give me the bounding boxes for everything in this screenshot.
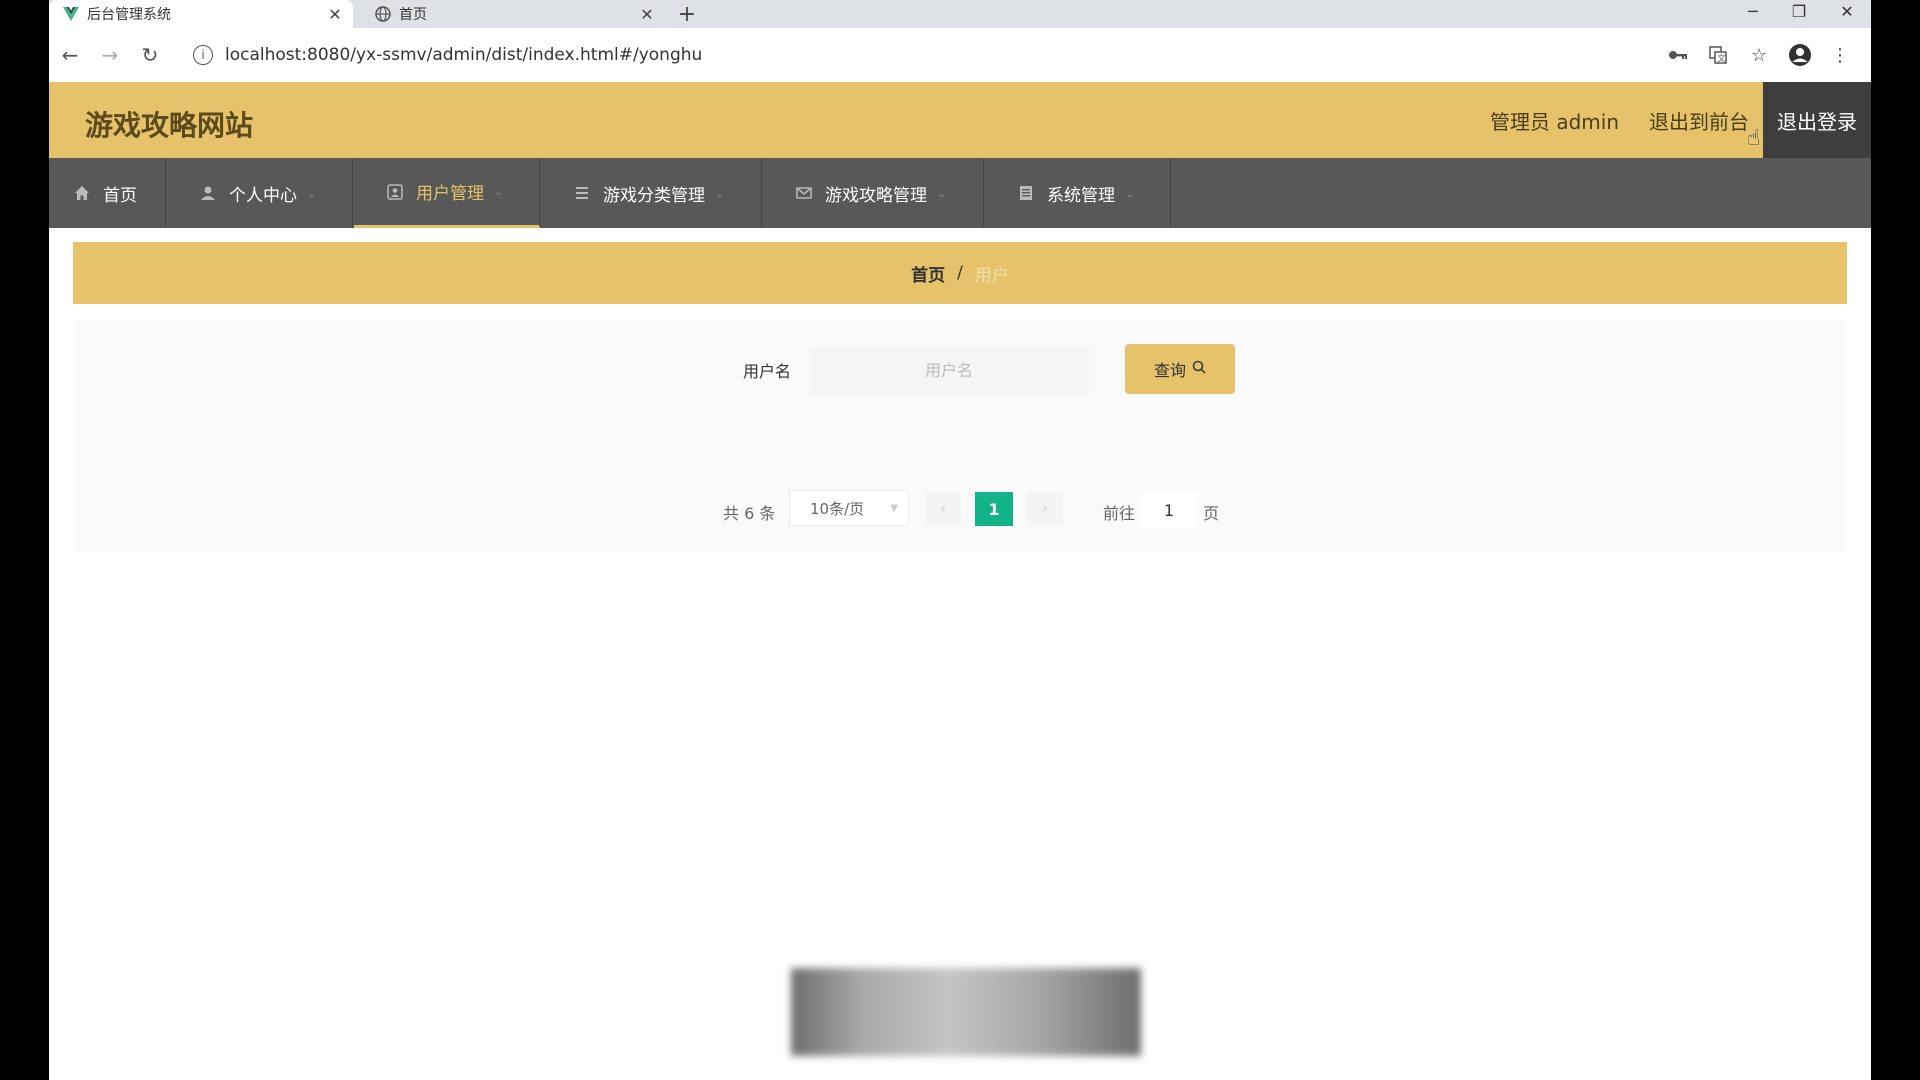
prev-page-button[interactable]: ‹	[925, 492, 961, 526]
top-nav-menu: 首页 个人中心 ⌄ 用户管理 ⌄ 游戏分类管理 ⌄ 游戏攻略管理 ⌄ 系统管理 …	[49, 158, 1871, 228]
main-content: 用户名 查询 共 6 条 10条/页 ▼ ‹ 1 › 前往 页	[73, 320, 1847, 552]
nav-item-label: 系统管理	[1047, 185, 1115, 206]
globe-icon	[375, 6, 391, 22]
header-actions: 管理员 admin 退出到前台 退出登录	[1490, 82, 1871, 158]
svg-text:文: 文	[1718, 53, 1726, 63]
chevron-down-icon: ⌄	[307, 186, 317, 200]
url-field[interactable]: i localhost:8080/yx-ssmv/admin/dist/inde…	[177, 38, 1677, 72]
url-text: localhost:8080/yx-ssmv/admin/dist/index.…	[225, 45, 703, 65]
nav-item-system[interactable]: 系统管理 ⌄	[985, 158, 1171, 228]
reload-icon[interactable]: ↻	[137, 42, 163, 68]
goto-page-input[interactable]	[1141, 492, 1197, 528]
forward-icon[interactable]: →	[97, 42, 123, 68]
search-button[interactable]: 查询	[1125, 344, 1235, 394]
mouse-cursor-icon: ☝	[1747, 126, 1761, 151]
list-icon	[573, 184, 591, 202]
profile-avatar-icon[interactable]	[1787, 42, 1813, 68]
restore-icon[interactable]: ❐	[1775, 0, 1823, 22]
site-title: 游戏攻略网站	[85, 109, 254, 142]
logout-button[interactable]: 退出登录	[1763, 82, 1871, 158]
nav-item-label: 首页	[103, 185, 137, 206]
vue-logo-icon	[63, 6, 79, 22]
search-button-label: 查询	[1153, 361, 1186, 380]
username-label: 用户名	[743, 362, 792, 381]
breadcrumb-home[interactable]: 首页	[911, 261, 945, 286]
blurred-overlay	[791, 968, 1141, 1056]
close-window-icon[interactable]: ✕	[1823, 0, 1871, 22]
info-icon[interactable]: i	[193, 45, 213, 65]
goto-label: 前往	[1103, 504, 1136, 523]
user-manage-icon	[386, 183, 404, 201]
home-icon	[73, 184, 91, 202]
chevron-down-icon: ⌄	[715, 186, 725, 200]
nav-item-label: 游戏分类管理	[603, 185, 705, 206]
browser-tab-home[interactable]: 首页 ✕	[361, 0, 665, 28]
nav-item-personal[interactable]: 个人中心 ⌄	[167, 158, 353, 228]
breadcrumb-current: 用户	[974, 265, 1009, 286]
browser-window: 后台管理系统 ✕ 首页 ✕ + ─ ❐ ✕ ← → ↻ i localhost:…	[49, 0, 1871, 1080]
chevron-down-icon: ⌄	[937, 186, 947, 200]
nav-item-label: 个人中心	[229, 185, 297, 206]
nav-item-home[interactable]: 首页	[49, 158, 166, 228]
chevron-down-icon: ▼	[890, 502, 898, 514]
menu-dots-icon[interactable]: ⋮	[1827, 42, 1853, 68]
username-search-input[interactable]	[809, 346, 1089, 394]
page-suffix-label: 页	[1203, 504, 1220, 523]
nav-item-users[interactable]: 用户管理 ⌄	[354, 158, 540, 228]
chevron-down-icon: ⌄	[494, 185, 504, 198]
breadcrumb: 首页 / 用户	[73, 242, 1847, 304]
star-icon[interactable]: ☆	[1746, 42, 1772, 68]
tab-strip: 后台管理系统 ✕ 首页 ✕ + ─ ❐ ✕	[49, 0, 1871, 28]
nav-item-label: 用户管理	[416, 184, 484, 204]
new-tab-button[interactable]: +	[673, 0, 701, 28]
nav-item-game-category[interactable]: 游戏分类管理 ⌄	[541, 158, 762, 228]
document-icon	[1017, 184, 1035, 202]
minimize-icon[interactable]: ─	[1729, 0, 1777, 22]
nav-item-game-guide[interactable]: 游戏攻略管理 ⌄	[763, 158, 984, 228]
next-page-button[interactable]: ›	[1027, 492, 1063, 526]
nav-item-label: 游戏攻略管理	[825, 185, 927, 206]
tab-title: 首页	[399, 7, 427, 23]
browser-tab-admin[interactable]: 后台管理系统 ✕	[49, 0, 353, 28]
page-number-current[interactable]: 1	[975, 492, 1013, 526]
tab-title: 后台管理系统	[87, 7, 171, 23]
mail-icon	[795, 184, 813, 202]
search-icon	[1192, 360, 1206, 378]
back-to-front-link[interactable]: 退出到前台	[1649, 106, 1749, 135]
page-size-value: 10条/页	[810, 499, 865, 518]
address-bar: ← → ↻ i localhost:8080/yx-ssmv/admin/dis…	[49, 28, 1871, 83]
close-tab-icon[interactable]: ✕	[325, 5, 345, 24]
key-icon[interactable]	[1665, 42, 1691, 68]
page-size-select[interactable]: 10条/页 ▼	[789, 490, 909, 526]
user-icon	[199, 184, 217, 202]
close-tab-icon[interactable]: ✕	[637, 5, 657, 24]
translate-icon[interactable]: 文	[1705, 42, 1731, 68]
back-icon[interactable]: ←	[57, 42, 83, 68]
pagination-total: 共 6 条	[723, 504, 776, 523]
pagination: 共 6 条 10条/页 ▼ ‹ 1 › 前往 页	[73, 490, 1847, 530]
app-header: 游戏攻略网站 管理员 admin 退出到前台 退出登录	[49, 82, 1871, 158]
chevron-down-icon: ⌄	[1125, 186, 1135, 200]
admin-label: 管理员 admin	[1489, 109, 1619, 134]
breadcrumb-separator: /	[957, 263, 963, 283]
